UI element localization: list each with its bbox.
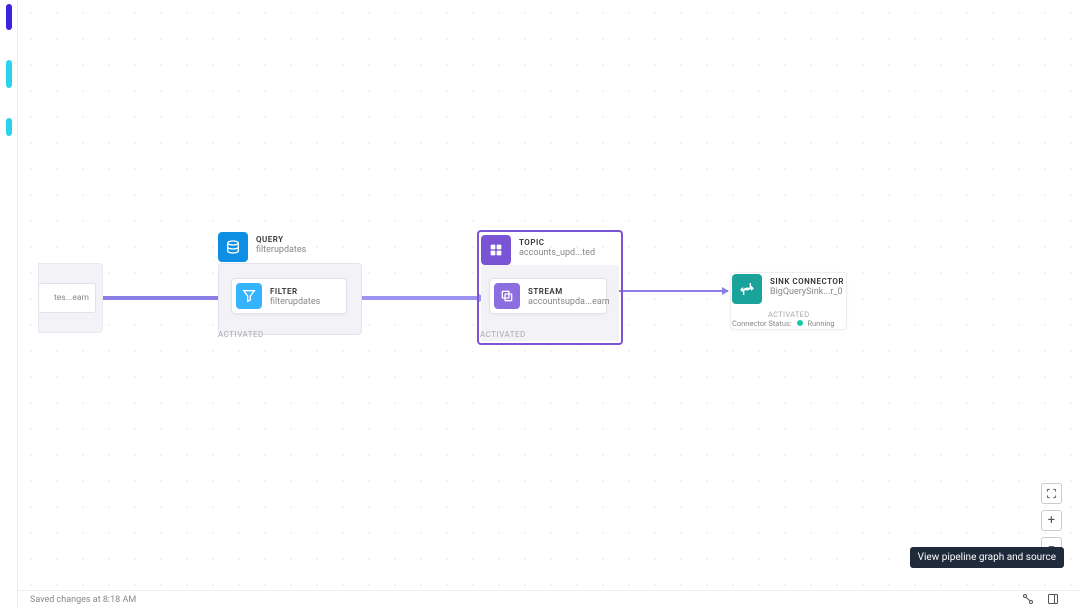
- query-icon: [218, 232, 248, 262]
- topic-activated-label: ACTIVATED: [480, 330, 526, 339]
- query-name-label: filterupdates: [256, 245, 306, 256]
- filter-type-label: FILTER: [270, 287, 320, 297]
- pipeline-graph-button[interactable]: [1018, 592, 1037, 606]
- bottom-toolbar: [1018, 592, 1062, 606]
- sink-status-key: Connector Status:: [732, 319, 792, 328]
- stream-name-label: accountsupda...eam: [528, 297, 610, 308]
- edge-stream-to-sink: [608, 290, 728, 292]
- sidebar: [0, 0, 18, 608]
- filter-icon: [236, 283, 262, 309]
- sink-name-label: BigQuerySink...r_0: [770, 287, 844, 298]
- status-bar: Saved changes at 8:18 AM: [18, 590, 1080, 608]
- sink-type-label: SINK CONNECTOR: [770, 277, 844, 287]
- pipeline-canvas[interactable]: tes...eam QUERY filterupdates FILTER fil…: [18, 0, 1080, 590]
- sink-activated-label: ACTIVATED: [768, 310, 809, 319]
- node-source-inner[interactable]: tes...eam: [38, 283, 96, 313]
- node-filter[interactable]: FILTER filterupdates: [231, 278, 347, 314]
- filter-name-label: filterupdates: [270, 297, 320, 308]
- topic-icon: [481, 235, 511, 265]
- sink-connector-icon: [732, 274, 762, 304]
- saved-status-text: Saved changes at 8:18 AM: [30, 595, 136, 605]
- sink-status-value: Running: [807, 319, 834, 328]
- node-query-header[interactable]: QUERY filterupdates: [218, 232, 306, 262]
- query-activated-label: ACTIVATED: [218, 330, 264, 339]
- panel-toggle-button[interactable]: [1043, 592, 1062, 606]
- recenter-button[interactable]: [1041, 483, 1062, 504]
- edge-source-to-filter: [97, 296, 229, 300]
- sidebar-indicator-1: [6, 4, 12, 30]
- topic-type-label: TOPIC: [519, 238, 595, 248]
- tooltip-view-pipeline: View pipeline graph and source: [910, 547, 1064, 568]
- query-type-label: QUERY: [256, 235, 306, 245]
- sidebar-indicator-2: [6, 60, 12, 88]
- status-dot-icon: [797, 320, 803, 326]
- node-stream[interactable]: STREAM accountsupda...eam: [489, 278, 607, 314]
- sink-status-row: Connector Status: Running: [732, 319, 835, 328]
- topic-name-label: accounts_upd...ted: [519, 248, 595, 259]
- node-source-name: tes...eam: [54, 293, 89, 303]
- node-topic-header[interactable]: TOPIC accounts_upd...ted: [481, 235, 595, 265]
- sidebar-indicator-3: [6, 118, 12, 136]
- node-sink[interactable]: SINK CONNECTOR BigQuerySink...r_0: [732, 274, 844, 304]
- stream-icon: [494, 283, 520, 309]
- zoom-in-button[interactable]: +: [1041, 510, 1062, 531]
- edge-filter-to-stream: [348, 296, 485, 300]
- stream-type-label: STREAM: [528, 287, 610, 297]
